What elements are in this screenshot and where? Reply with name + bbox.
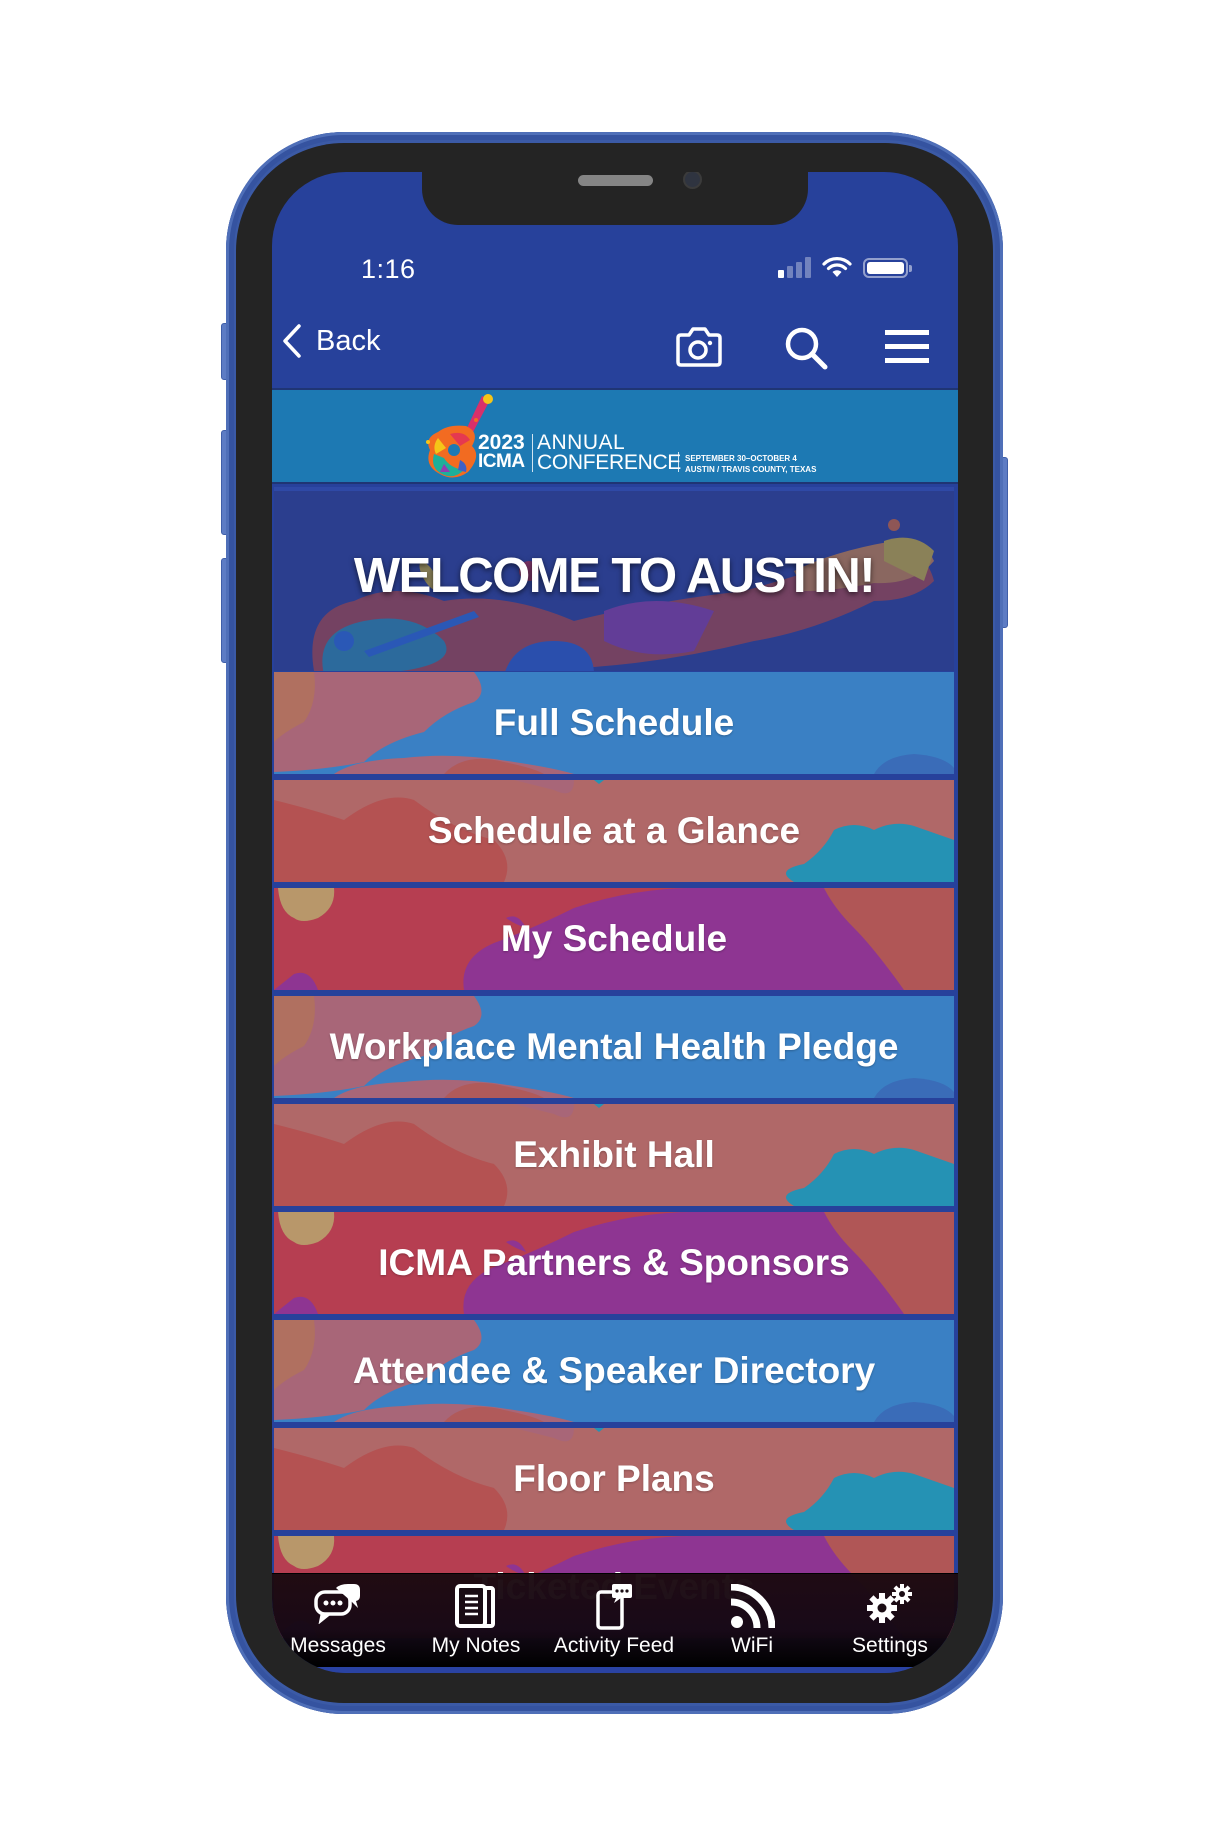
menu-item-label: Workplace Mental Health Pledge: [329, 1026, 899, 1067]
navigation-bar: Back: [272, 312, 958, 388]
menu-item-icma-partners-sponsors[interactable]: ICMA Partners & Sponsors: [274, 1212, 954, 1314]
notch: [422, 172, 808, 225]
earpiece-speaker: [578, 175, 653, 186]
battery-full-icon: [863, 258, 912, 278]
menu-item-my-schedule[interactable]: My Schedule: [274, 888, 954, 990]
logo-divider: [678, 452, 679, 472]
tab-settings[interactable]: Settings: [825, 1574, 955, 1668]
bottom-tab-bar: Messages My Notes Activity Feed WiFi Set…: [272, 1573, 958, 1667]
chevron-left-icon: [283, 324, 301, 358]
menu-item-schedule-at-a-glance[interactable]: Schedule at a Glance: [274, 780, 954, 882]
menu-item-workplace-mental-health-pledge[interactable]: Workplace Mental Health Pledge: [274, 996, 954, 1098]
conference-banner: 2023 ICMA ANNUAL CONFERENCE SEPTEMBER 30…: [272, 388, 958, 484]
conference-logo: 2023 ICMA ANNUAL CONFERENCE SEPTEMBER 30…: [420, 394, 820, 480]
menu-item-label: Schedule at a Glance: [427, 810, 801, 851]
tab-activity-feed[interactable]: Activity Feed: [549, 1574, 679, 1668]
search-icon[interactable]: [784, 326, 830, 370]
tab-messages-label: Messages: [290, 1634, 386, 1657]
menu-item-label: Floor Plans: [513, 1458, 715, 1499]
menu-item-label: Attendee & Speaker Directory: [352, 1350, 876, 1391]
phone-message-icon: [596, 1584, 632, 1630]
menu-item-floor-plans[interactable]: Floor Plans: [274, 1428, 954, 1530]
camera-icon[interactable]: [674, 326, 724, 368]
menu-item-label: My Schedule: [500, 918, 728, 959]
menu-item-attendee-speaker-directory[interactable]: Attendee & Speaker Directory: [274, 1320, 954, 1422]
status-time: 1:16: [361, 254, 416, 284]
menu-item-label: Full Schedule: [493, 702, 735, 743]
tab-settings-label: Settings: [852, 1634, 928, 1657]
tab-my-notes-label: My Notes: [431, 1634, 521, 1657]
welcome-title: WELCOME TO AUSTIN!: [353, 549, 876, 603]
welcome-header: WELCOME TO AUSTIN!: [274, 487, 954, 671]
tab-wifi-label: WiFi: [731, 1634, 773, 1657]
menu-item-label: ICMA Partners & Sponsors: [378, 1242, 850, 1283]
home-indicator-area: [272, 1667, 958, 1673]
hamburger-menu-icon[interactable]: [885, 330, 931, 364]
menu-item-exhibit-hall[interactable]: Exhibit Hall: [274, 1104, 954, 1206]
tab-activity-feed-label: Activity Feed: [553, 1634, 675, 1657]
logo-location: AUSTIN / TRAVIS COUNTY, TEXAS: [685, 465, 817, 474]
logo-annual: ANNUAL: [537, 431, 626, 454]
logo-dates: SEPTEMBER 30–OCTOBER 4: [685, 454, 797, 463]
chat-bubbles-icon: [314, 1584, 360, 1624]
notes-icon: [455, 1584, 495, 1628]
phone-screen: 1:16 Back 2023 ICMA ANNUAL CONFERENCE SE…: [272, 172, 958, 1673]
signal-icon: [778, 257, 811, 278]
logo-divider: [532, 434, 533, 472]
tab-my-notes[interactable]: My Notes: [411, 1574, 541, 1668]
tab-messages[interactable]: Messages: [273, 1574, 403, 1668]
logo-org: ICMA: [478, 451, 525, 472]
back-label: Back: [316, 324, 381, 357]
logo-conference: CONFERENCE: [537, 451, 682, 474]
menu-item-label: Exhibit Hall: [513, 1134, 715, 1175]
status-icons: [778, 256, 912, 278]
front-camera: [683, 172, 702, 189]
gears-icon: [867, 1584, 912, 1623]
back-button[interactable]: Back: [282, 324, 380, 358]
rss-wifi-icon: [730, 1584, 775, 1629]
logo-year: 2023: [478, 431, 525, 454]
tab-wifi[interactable]: WiFi: [687, 1574, 817, 1668]
wifi-icon: [822, 257, 852, 277]
menu-item-full-schedule[interactable]: Full Schedule: [274, 672, 954, 774]
